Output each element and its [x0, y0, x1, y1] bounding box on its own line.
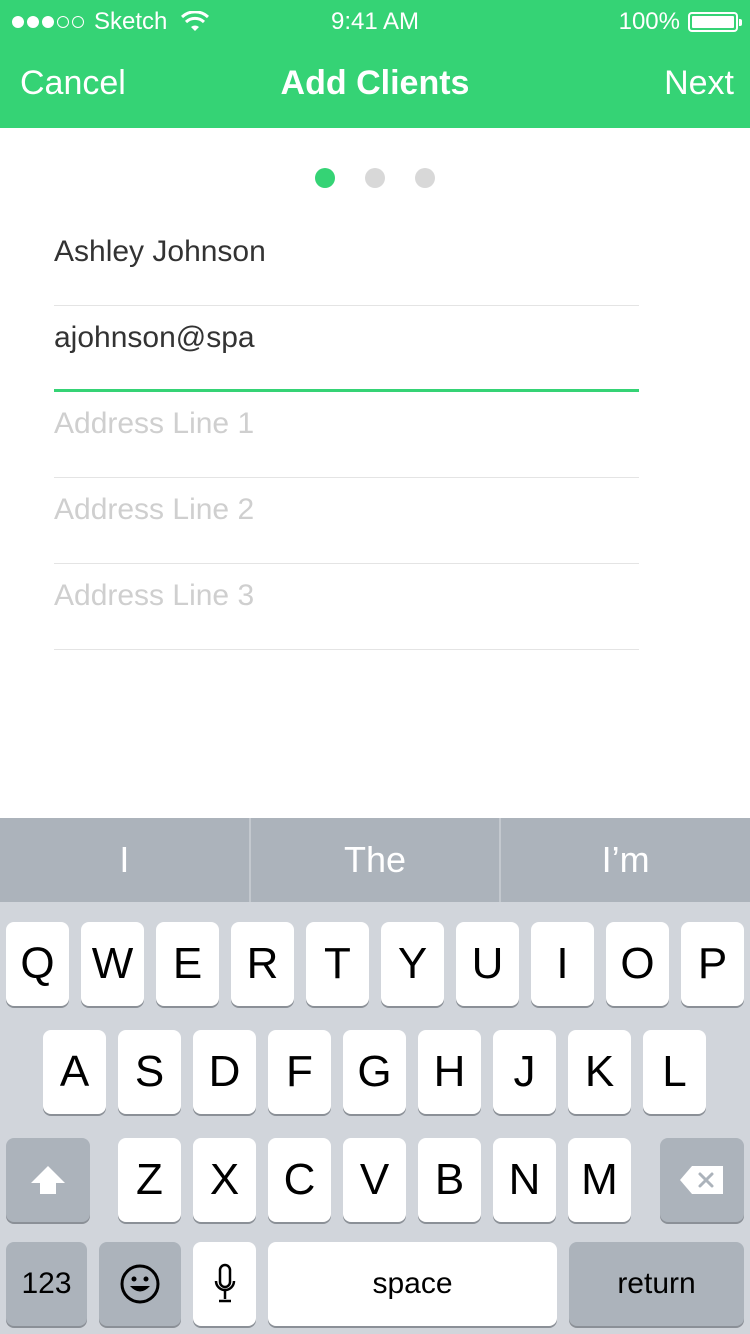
key-j[interactable]: J [493, 1030, 556, 1114]
on-screen-keyboard: I The I’m Q W E R T Y U I O P A S D F G … [0, 818, 750, 1334]
suggestion-bar: I The I’m [0, 818, 750, 902]
key-s[interactable]: S [118, 1030, 181, 1114]
key-o[interactable]: O [606, 922, 669, 1006]
key-b[interactable]: B [418, 1138, 481, 1222]
suggestion-item[interactable]: I’m [499, 818, 750, 902]
battery-percent: 100% [618, 8, 680, 35]
key-p[interactable]: P [681, 922, 744, 1006]
key-k[interactable]: K [568, 1030, 631, 1114]
email-input[interactable] [54, 316, 639, 360]
page-indicator [0, 168, 750, 188]
key-u[interactable]: U [456, 922, 519, 1006]
app-header: Sketch 9:41 AM 100% Cancel Add Clients N… [0, 0, 750, 128]
microphone-icon [214, 1263, 235, 1303]
status-bar: Sketch 9:41 AM 100% [0, 0, 750, 40]
page-dot-3[interactable] [415, 168, 435, 188]
space-key[interactable]: space [268, 1242, 557, 1326]
key-a[interactable]: A [43, 1030, 106, 1114]
address-line-3-field [54, 564, 639, 650]
dictation-key[interactable] [193, 1242, 256, 1326]
key-z[interactable]: Z [118, 1138, 181, 1222]
address-line-1-input[interactable] [54, 402, 639, 446]
key-i[interactable]: I [531, 922, 594, 1006]
address-line-2-field [54, 478, 639, 564]
name-input[interactable] [54, 230, 639, 274]
key-r[interactable]: R [231, 922, 294, 1006]
emoji-key[interactable] [99, 1242, 181, 1326]
key-t[interactable]: T [306, 922, 369, 1006]
key-w[interactable]: W [81, 922, 144, 1006]
emoji-icon [120, 1264, 160, 1304]
page-dot-2[interactable] [365, 168, 385, 188]
key-c[interactable]: C [268, 1138, 331, 1222]
delete-key[interactable] [660, 1138, 744, 1222]
next-button[interactable]: Next [664, 64, 734, 103]
email-field [54, 306, 639, 392]
address-line-3-input[interactable] [54, 574, 639, 618]
page-dot-1[interactable] [315, 168, 335, 188]
key-m[interactable]: M [568, 1138, 631, 1222]
client-form [54, 220, 639, 650]
return-key[interactable]: return [569, 1242, 744, 1326]
address-line-2-input[interactable] [54, 488, 639, 532]
battery-icon [688, 12, 742, 32]
status-right: 100% [618, 8, 742, 36]
key-y[interactable]: Y [381, 922, 444, 1006]
key-h[interactable]: H [418, 1030, 481, 1114]
key-g[interactable]: G [343, 1030, 406, 1114]
suggestion-item[interactable]: I [0, 818, 249, 902]
name-field [54, 220, 639, 306]
key-e[interactable]: E [156, 922, 219, 1006]
shift-arrow-icon [31, 1166, 65, 1194]
numbers-key[interactable]: 123 [6, 1242, 87, 1326]
key-n[interactable]: N [493, 1138, 556, 1222]
shift-key[interactable] [6, 1138, 90, 1222]
key-x[interactable]: X [193, 1138, 256, 1222]
address-line-1-field [54, 392, 639, 478]
backspace-icon [680, 1166, 723, 1194]
key-f[interactable]: F [268, 1030, 331, 1114]
key-v[interactable]: V [343, 1138, 406, 1222]
page-title: Add Clients [280, 64, 470, 102]
key-l[interactable]: L [643, 1030, 706, 1114]
navigation-bar: Cancel Add Clients Next [0, 40, 750, 128]
suggestion-item[interactable]: The [248, 818, 500, 902]
key-q[interactable]: Q [6, 922, 69, 1006]
key-d[interactable]: D [193, 1030, 256, 1114]
